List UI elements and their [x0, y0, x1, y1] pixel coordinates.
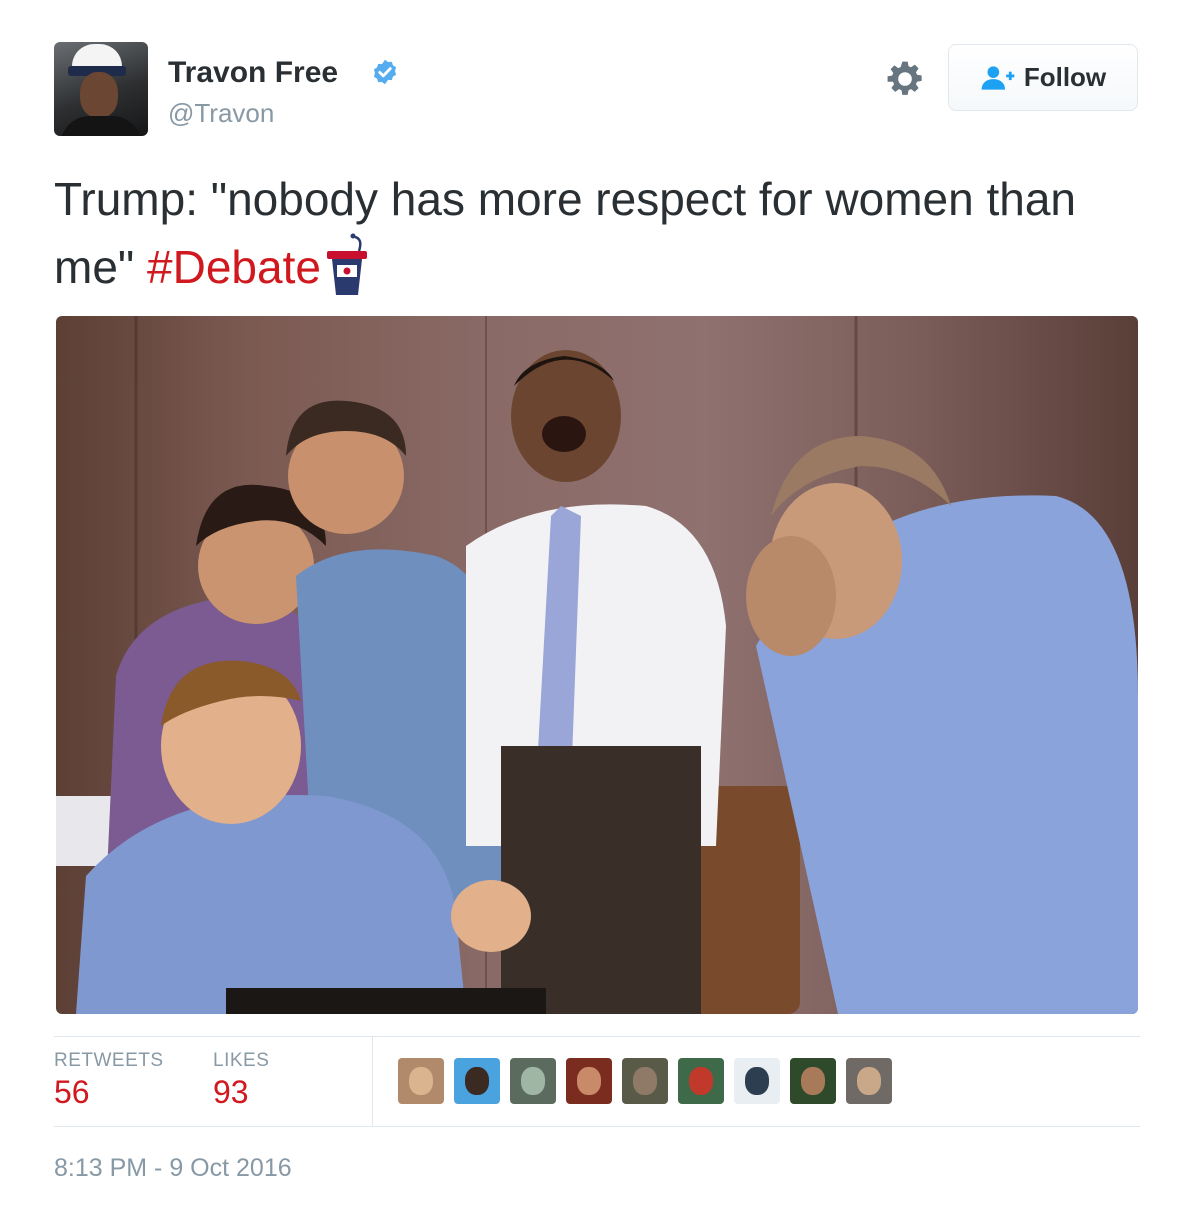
liker-avatar[interactable] — [846, 1058, 892, 1104]
stats-bottom-divider — [54, 1126, 1140, 1127]
retweets-label[interactable]: RETWEETS — [54, 1050, 164, 1072]
follow-label: Follow — [1023, 62, 1107, 92]
avatar-shirt — [60, 116, 142, 136]
verified-badge-icon — [373, 59, 397, 85]
liker-avatar[interactable] — [790, 1058, 836, 1104]
liker-avatar[interactable] — [454, 1058, 500, 1104]
liker-avatar[interactable] — [566, 1058, 612, 1104]
liker-avatar[interactable] — [510, 1058, 556, 1104]
likes-count[interactable]: 93 — [213, 1074, 249, 1111]
tweet-photo[interactable] — [56, 316, 1138, 1014]
liker-avatar-face — [633, 1067, 657, 1095]
liker-avatar-face — [745, 1067, 769, 1095]
liker-avatar-face — [409, 1067, 433, 1095]
liker-avatar[interactable] — [734, 1058, 780, 1104]
liker-avatar-face — [689, 1067, 713, 1095]
liker-avatar-face — [465, 1067, 489, 1095]
liker-avatar-face — [577, 1067, 601, 1095]
liker-avatar[interactable] — [622, 1058, 668, 1104]
author-avatar[interactable] — [54, 42, 148, 136]
liker-avatars — [398, 1058, 892, 1104]
tweet-text: Trump: "nobody has more respect for wome… — [54, 166, 1144, 301]
podium-icon — [326, 233, 367, 295]
add-user-icon — [981, 65, 1015, 90]
tweet-timestamp[interactable]: 8:13 PM - 9 Oct 2016 — [54, 1154, 292, 1183]
stats-separator — [372, 1037, 373, 1127]
author-handle[interactable]: @Travon — [168, 98, 274, 129]
likes-label[interactable]: LIKES — [213, 1050, 269, 1072]
follow-button[interactable]: Follow — [948, 44, 1138, 111]
hashtag-link[interactable]: #Debate — [147, 241, 321, 293]
stats-top-divider — [54, 1036, 1140, 1037]
liker-avatar-face — [521, 1067, 545, 1095]
liker-avatar-face — [801, 1067, 825, 1095]
retweets-count[interactable]: 56 — [54, 1074, 90, 1111]
liker-avatar[interactable] — [398, 1058, 444, 1104]
photo-illustration — [56, 316, 1138, 1014]
liker-avatar[interactable] — [678, 1058, 724, 1104]
avatar-face — [80, 72, 118, 118]
liker-avatar-face — [857, 1067, 881, 1095]
author-name[interactable]: Travon Free — [168, 56, 338, 90]
gear-icon[interactable] — [886, 60, 924, 98]
